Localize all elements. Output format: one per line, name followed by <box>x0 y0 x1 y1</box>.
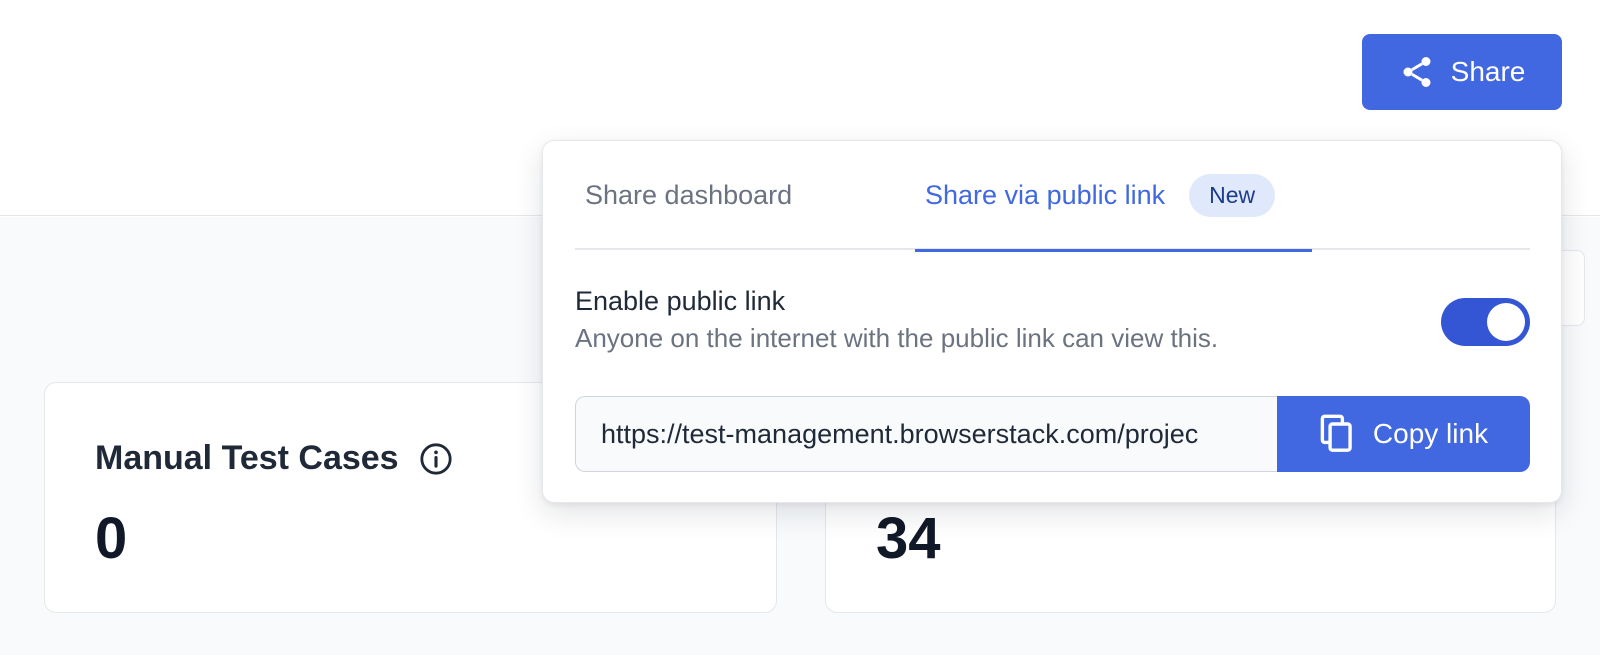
copy-link-button[interactable]: Copy link <box>1277 396 1530 472</box>
tab-share-via-public-link[interactable]: Share via public link New <box>915 141 1312 252</box>
card-title: Manual Test Cases <box>95 439 453 478</box>
copy-icon <box>1320 414 1352 452</box>
info-icon[interactable] <box>419 442 453 476</box>
public-link-toggle[interactable] <box>1441 298 1530 346</box>
copy-link-label: Copy link <box>1372 418 1489 449</box>
enable-public-link-description: Anyone on the internet with the public l… <box>575 323 1219 353</box>
share-icon <box>1403 57 1431 87</box>
tab-label: Share via public link <box>925 180 1166 210</box>
public-link-url-field[interactable] <box>575 396 1277 472</box>
share-popover: Share dashboard Share via public link Ne… <box>542 140 1562 503</box>
enable-public-link-title: Enable public link <box>575 286 786 316</box>
card-value: 34 <box>876 506 941 571</box>
new-badge: New <box>1189 174 1276 217</box>
tab-label: Share dashboard <box>585 180 793 210</box>
card-value: 0 <box>95 506 128 571</box>
card-title-text: Manual Test Cases <box>95 439 399 477</box>
tab-share-dashboard[interactable]: Share dashboard <box>585 141 792 250</box>
share-tabs: Share dashboard Share via public link Ne… <box>575 141 1530 252</box>
active-tab-indicator <box>915 249 1312 252</box>
toggle-knob <box>1487 303 1525 341</box>
share-button-label: Share <box>1450 56 1526 87</box>
share-button[interactable]: Share <box>1362 34 1562 110</box>
